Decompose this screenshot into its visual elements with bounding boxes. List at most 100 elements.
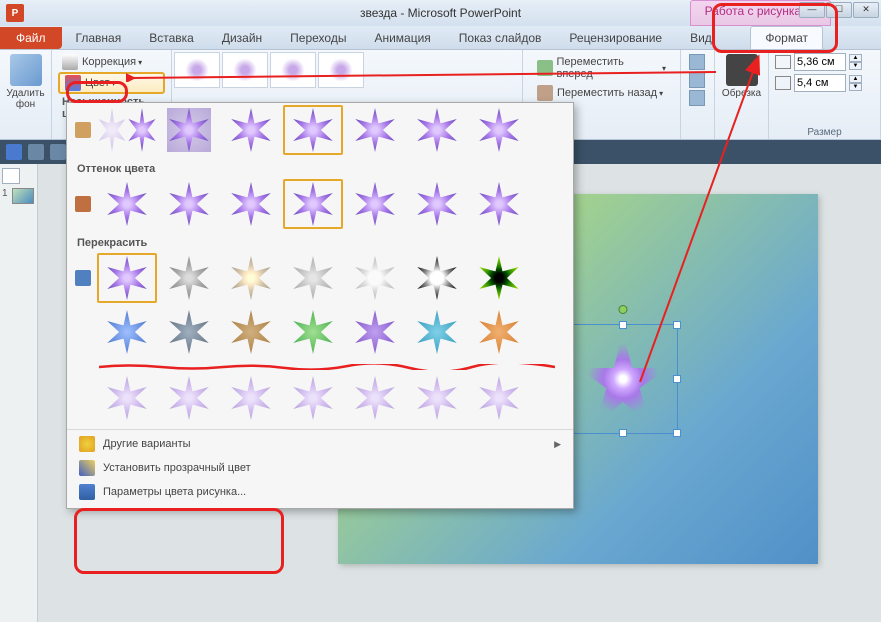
- recolor-swatch[interactable]: [469, 253, 529, 303]
- recolor-swatch[interactable]: [407, 307, 467, 357]
- slide-thumbnail[interactable]: 1: [2, 188, 35, 204]
- picture-styles-gallery[interactable]: [172, 50, 382, 90]
- saturation-swatch-selected[interactable]: [283, 105, 343, 155]
- recolor-swatch[interactable]: [283, 373, 343, 423]
- tab-home[interactable]: Главная: [62, 27, 136, 49]
- saturation-icon: [75, 122, 91, 138]
- tone-swatch[interactable]: [97, 179, 157, 229]
- saturation-swatch[interactable]: [159, 105, 219, 155]
- tab-review[interactable]: Рецензирование: [555, 27, 676, 49]
- tab-file[interactable]: Файл: [0, 27, 62, 49]
- resize-handle-n[interactable]: [619, 321, 627, 329]
- group-button[interactable]: [689, 72, 705, 88]
- recolor-swatch[interactable]: [97, 307, 157, 357]
- slides-tab-icon[interactable]: [2, 168, 20, 184]
- tab-insert[interactable]: Вставка: [135, 27, 208, 49]
- align-button[interactable]: [689, 54, 705, 70]
- saturation-swatch[interactable]: [221, 105, 281, 155]
- tab-transitions[interactable]: Переходы: [276, 27, 360, 49]
- saturation-swatch[interactable]: [345, 105, 405, 155]
- remove-background-button[interactable]: Удалить фон: [6, 52, 45, 112]
- color-button[interactable]: Цвет▾: [58, 72, 165, 94]
- selected-picture[interactable]: [568, 324, 678, 434]
- tab-design[interactable]: Дизайн: [208, 27, 276, 49]
- slide-thumbnails-pane[interactable]: 1: [0, 164, 38, 622]
- recolor-icon: [75, 270, 91, 286]
- size-group-label: Размер: [769, 127, 880, 138]
- resize-handle-ne[interactable]: [673, 321, 681, 329]
- crop-button[interactable]: Обрезка: [721, 52, 762, 101]
- recolor-swatch[interactable]: [159, 307, 219, 357]
- window-title: звезда - Microsoft PowerPoint: [360, 6, 521, 20]
- tab-view[interactable]: Вид: [676, 27, 726, 49]
- send-backward-button[interactable]: Переместить назад▾: [533, 83, 670, 103]
- recolor-swatch[interactable]: [97, 373, 157, 423]
- bring-forward-icon: [537, 60, 553, 76]
- close-button[interactable]: ✕: [853, 2, 879, 18]
- style-item[interactable]: [174, 52, 220, 88]
- more-variants-item[interactable]: Другие варианты ▶: [67, 432, 573, 456]
- style-item[interactable]: [222, 52, 268, 88]
- redo-icon[interactable]: [50, 144, 66, 160]
- corrections-button[interactable]: Коррекция▾: [58, 52, 165, 72]
- color-dropdown-popup: .s1::before{background:radial-gradient(c…: [66, 102, 574, 509]
- width-field[interactable]: [794, 74, 846, 92]
- ribbon-tabs: Файл Главная Вставка Дизайн Переходы Ани…: [0, 26, 881, 50]
- more-variants-icon: [79, 436, 95, 452]
- maximize-button[interactable]: ☐: [826, 2, 852, 18]
- pencil-icon: [79, 460, 95, 476]
- recolor-swatch[interactable]: [345, 253, 405, 303]
- height-field[interactable]: [794, 53, 846, 71]
- set-transparent-item[interactable]: Установить прозрачный цвет: [67, 456, 573, 480]
- tab-format[interactable]: Формат: [750, 26, 823, 49]
- height-down[interactable]: ▼: [849, 62, 862, 70]
- corrections-icon: [62, 54, 78, 70]
- tone-swatch-selected[interactable]: [283, 179, 343, 229]
- rotate-button[interactable]: [689, 90, 705, 106]
- saturation-swatch[interactable]: .s1::before{background:radial-gradient(c…: [97, 105, 157, 155]
- save-icon[interactable]: [6, 144, 22, 160]
- recolor-swatch[interactable]: [345, 307, 405, 357]
- tab-animations[interactable]: Анимация: [360, 27, 444, 49]
- rotate-handle[interactable]: [619, 305, 628, 314]
- minimize-button[interactable]: —: [799, 2, 825, 18]
- undo-icon[interactable]: [28, 144, 44, 160]
- resize-handle-e[interactable]: [673, 375, 681, 383]
- style-item[interactable]: [270, 52, 316, 88]
- tone-swatch[interactable]: [159, 179, 219, 229]
- bring-forward-button[interactable]: Переместить вперед▾: [533, 54, 670, 82]
- recolor-swatch[interactable]: [221, 307, 281, 357]
- width-down[interactable]: ▼: [849, 83, 862, 91]
- tone-swatch[interactable]: [469, 179, 529, 229]
- recolor-swatch[interactable]: [407, 373, 467, 423]
- recolor-swatch[interactable]: [283, 253, 343, 303]
- tab-slideshow[interactable]: Показ слайдов: [445, 27, 556, 49]
- recolor-swatch[interactable]: [221, 253, 281, 303]
- picture-color-params-item[interactable]: Параметры цвета рисунка...: [67, 480, 573, 504]
- recolor-swatch[interactable]: [407, 253, 467, 303]
- send-backward-icon: [537, 85, 553, 101]
- recolor-swatch[interactable]: [159, 253, 219, 303]
- tone-swatch[interactable]: [407, 179, 467, 229]
- saturation-swatch[interactable]: [407, 105, 467, 155]
- recolor-swatch-selected[interactable]: [97, 253, 157, 303]
- chevron-right-icon: ▶: [554, 439, 561, 450]
- tone-swatch[interactable]: [221, 179, 281, 229]
- color-icon: [65, 75, 81, 91]
- saturation-swatch[interactable]: [469, 105, 529, 155]
- resize-handle-s[interactable]: [619, 429, 627, 437]
- width-up[interactable]: ▲: [849, 75, 862, 83]
- recolor-swatch[interactable]: [345, 373, 405, 423]
- resize-handle-se[interactable]: [673, 429, 681, 437]
- style-item[interactable]: [318, 52, 364, 88]
- recolor-swatch[interactable]: [159, 373, 219, 423]
- params-icon: [79, 484, 95, 500]
- recolor-swatch[interactable]: [469, 373, 529, 423]
- recolor-swatch[interactable]: [221, 373, 281, 423]
- recolor-swatch[interactable]: [283, 307, 343, 357]
- recolor-swatch[interactable]: [469, 307, 529, 357]
- app-icon: P: [6, 4, 24, 22]
- height-up[interactable]: ▲: [849, 54, 862, 62]
- annotation-squiggle: [99, 361, 555, 367]
- tone-swatch[interactable]: [345, 179, 405, 229]
